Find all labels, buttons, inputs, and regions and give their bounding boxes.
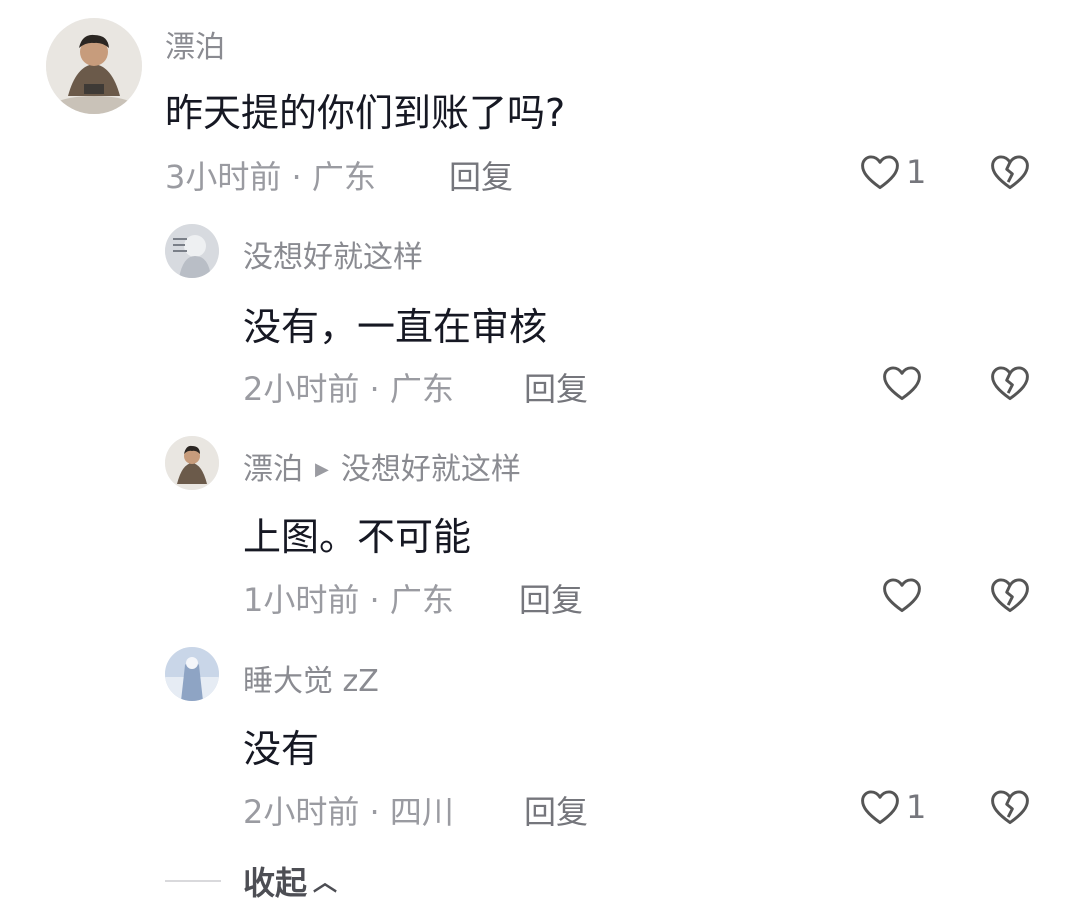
like-button[interactable]: 1 [858,785,926,829]
avatar[interactable] [165,224,219,278]
like-count: 1 [906,788,927,826]
collapse-divider [165,880,221,882]
heart-icon [883,578,921,613]
broken-heart-icon [991,578,1029,613]
dislike-button[interactable] [988,361,1032,409]
comment-text: 上图。不可能 [243,515,472,559]
dislike-button[interactable] [988,785,1032,833]
reply-button[interactable]: 回复 [519,575,583,621]
collapse-replies-button[interactable]: 收起 ︿ [243,858,337,904]
reply-arrow-icon: ▶ [315,459,329,480]
comment-text: 没有 [243,727,320,771]
reply-author[interactable]: 漂泊 [243,452,303,487]
like-button[interactable] [880,361,928,405]
chevron-up-icon: ︿ [313,868,338,896]
comment-meta: 2小时前 · 四川 [243,793,454,831]
reply-button[interactable]: 回复 [449,152,513,198]
broken-heart-icon [991,790,1029,825]
heart-icon [861,155,899,190]
dislike-button[interactable] [988,573,1032,621]
broken-heart-icon [991,155,1029,190]
comment-meta: 1小时前 · 广东 [243,581,454,619]
comment-author: 漂泊 ▶ 没想好就这样 [243,444,521,488]
reply-button[interactable]: 回复 [524,364,588,410]
like-button[interactable] [880,573,928,617]
reply-to-author[interactable]: 没想好就这样 [341,452,521,487]
reply-button[interactable]: 回复 [524,787,588,833]
avatar[interactable] [165,436,219,490]
like-button[interactable]: 1 [858,150,926,194]
collapse-label: 收起 [243,864,308,902]
comment-author[interactable]: 睡大觉 zZ [243,656,379,700]
heart-icon [883,366,921,401]
comment-author[interactable]: 没想好就这样 [243,232,423,276]
dislike-button[interactable] [988,150,1032,198]
avatar[interactable] [46,18,142,114]
comment-text: 昨天提的你们到账了吗? [165,91,566,135]
avatar[interactable] [165,647,219,701]
comment-author[interactable]: 漂泊 [165,22,225,66]
comment-meta: 2小时前 · 广东 [243,370,454,408]
comment-meta: 3小时前 · 广东 [165,158,376,196]
comment-text: 没有，一直在审核 [243,305,548,349]
broken-heart-icon [991,366,1029,401]
heart-icon [861,790,899,825]
like-count: 1 [906,153,927,191]
